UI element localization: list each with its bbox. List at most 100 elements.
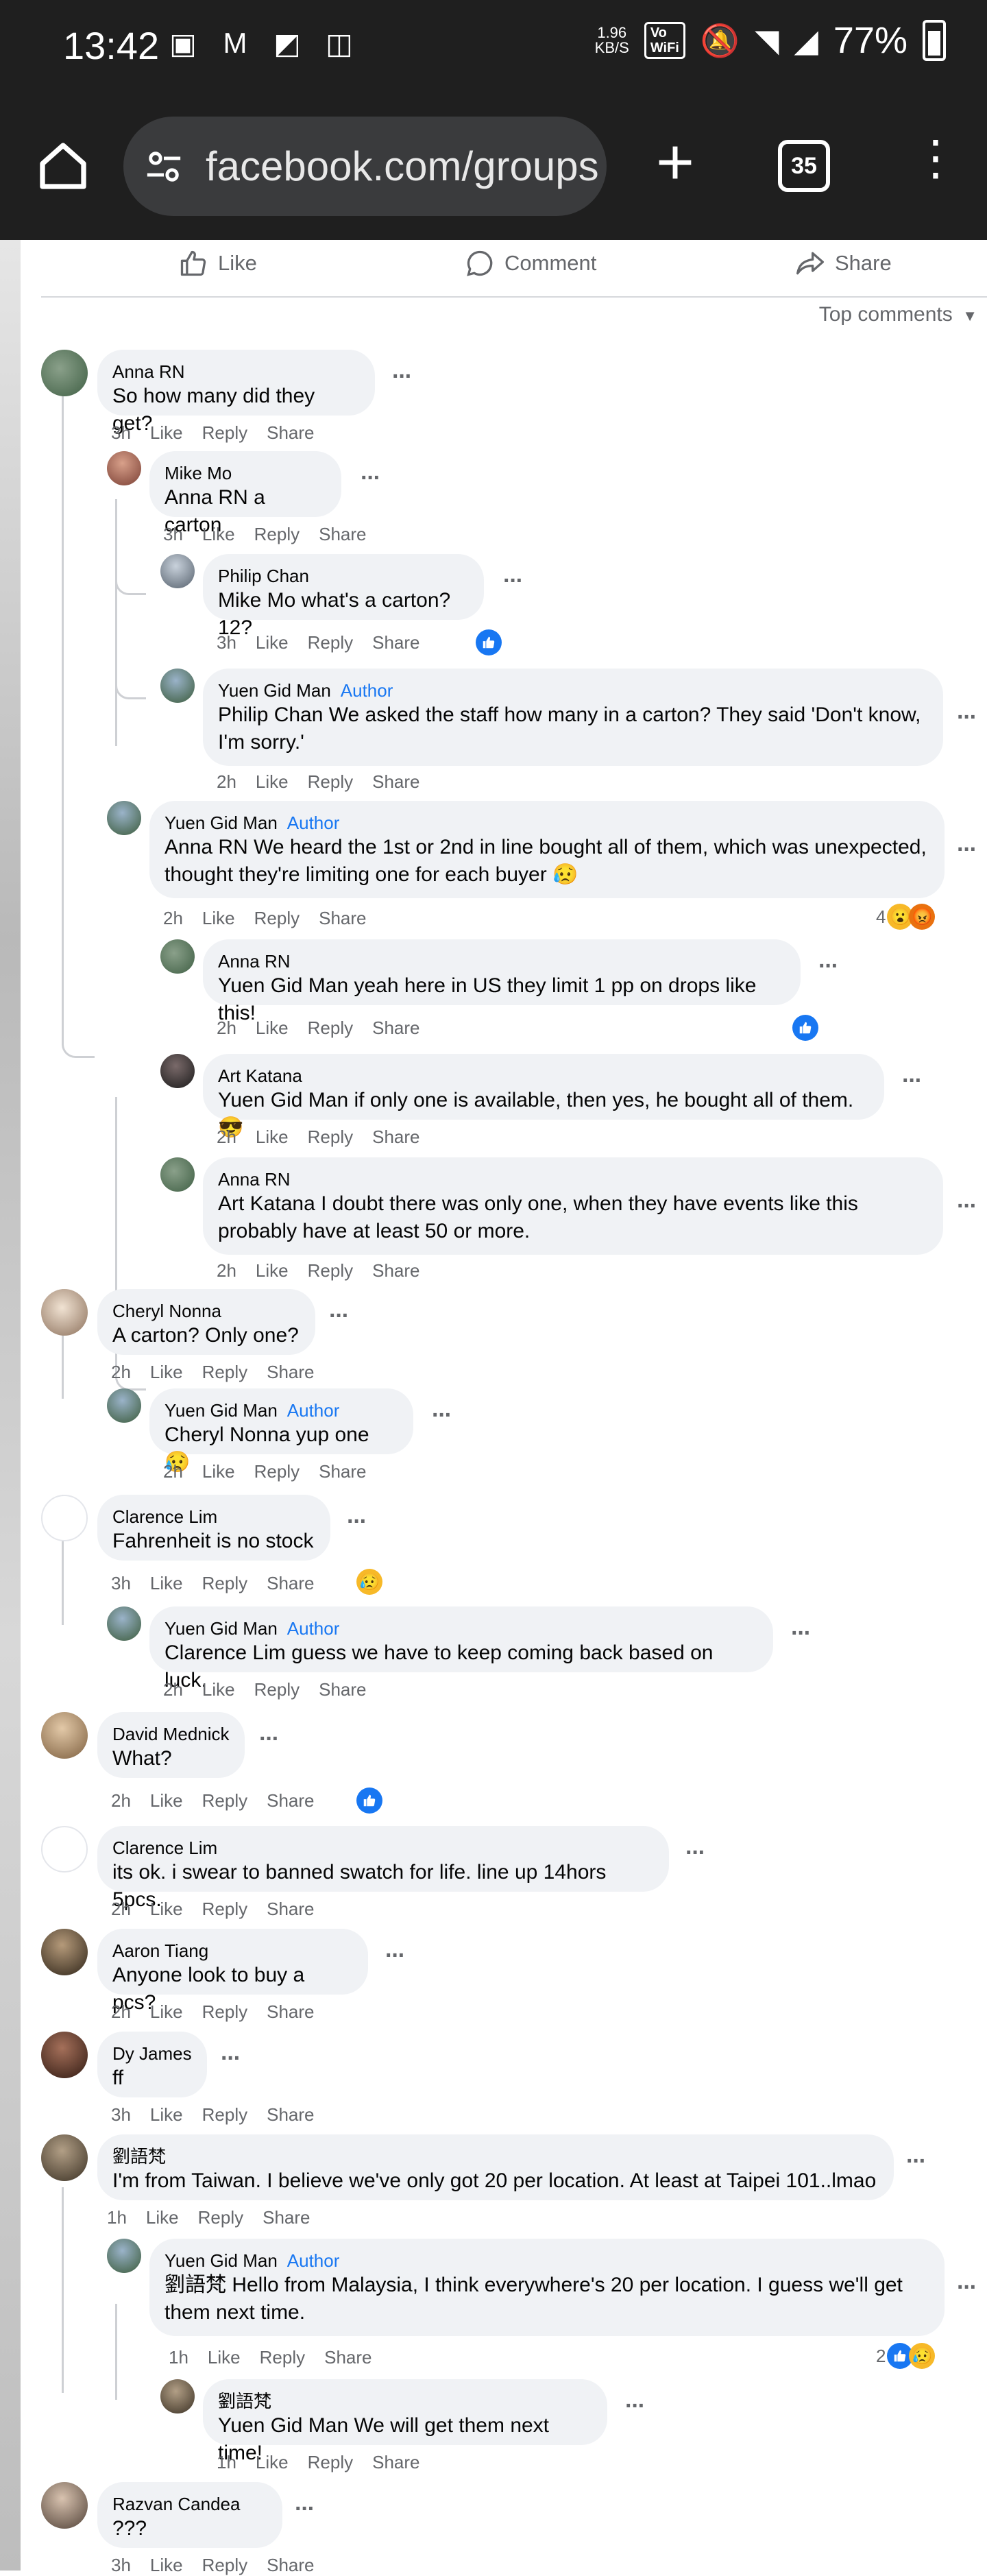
reply-link[interactable]: Reply bbox=[308, 632, 353, 653]
avatar[interactable] bbox=[160, 939, 195, 974]
ellipsis-icon[interactable]: ··· bbox=[685, 1840, 706, 1866]
like-link[interactable]: Like bbox=[146, 2207, 179, 2228]
share-link[interactable]: Share bbox=[324, 2347, 371, 2368]
like-link[interactable]: Like bbox=[202, 524, 235, 544]
avatar[interactable] bbox=[160, 1054, 195, 1088]
like-link[interactable]: Like bbox=[150, 2555, 183, 2575]
like-link[interactable]: Like bbox=[150, 2104, 183, 2125]
ellipsis-icon[interactable]: ··· bbox=[902, 1068, 923, 1094]
comment-author[interactable]: Art Katana bbox=[218, 1065, 869, 1087]
reply-link[interactable]: Reply bbox=[254, 908, 300, 928]
avatar[interactable] bbox=[160, 1157, 195, 1192]
ellipsis-icon[interactable]: ··· bbox=[295, 2496, 315, 2523]
like-link[interactable]: Like bbox=[256, 771, 289, 792]
plus-icon[interactable]: + bbox=[644, 130, 706, 195]
ellipsis-icon[interactable]: ··· bbox=[957, 2274, 977, 2301]
reply-link[interactable]: Reply bbox=[260, 2347, 305, 2368]
avatar[interactable] bbox=[160, 554, 195, 588]
comment-author[interactable]: Cheryl Nonna bbox=[112, 1300, 300, 1322]
share-link[interactable]: Share bbox=[372, 1127, 419, 1147]
url-bar[interactable]: facebook.com/groups bbox=[123, 117, 607, 216]
like-action-button[interactable]: Like bbox=[178, 248, 257, 278]
reply-link[interactable]: Reply bbox=[202, 2555, 247, 2575]
reply-link[interactable]: Reply bbox=[254, 524, 300, 544]
avatar[interactable] bbox=[41, 2134, 88, 2181]
comment-author[interactable]: Anna RN bbox=[218, 1168, 928, 1190]
share-link[interactable]: Share bbox=[372, 2452, 419, 2472]
url-text[interactable]: facebook.com/groups bbox=[206, 143, 599, 190]
ellipsis-icon[interactable]: ··· bbox=[957, 836, 977, 863]
share-link[interactable]: Share bbox=[267, 1790, 314, 1811]
ellipsis-icon[interactable]: ··· bbox=[385, 1942, 406, 1969]
share-link[interactable]: Share bbox=[319, 1461, 366, 1482]
share-link[interactable]: Share bbox=[267, 2555, 314, 2575]
comment-author[interactable]: Razvan Candea bbox=[112, 2493, 267, 2515]
share-link[interactable]: Share bbox=[267, 1899, 314, 1919]
comment-author[interactable]: Yuen Gid Man bbox=[164, 1618, 278, 1639]
avatar[interactable] bbox=[41, 1929, 88, 1975]
comment-author[interactable]: Philip Chan bbox=[218, 565, 469, 587]
like-link[interactable]: Like bbox=[256, 632, 289, 653]
reply-link[interactable]: Reply bbox=[202, 1790, 247, 1811]
avatar[interactable] bbox=[41, 1495, 88, 1541]
ellipsis-icon[interactable]: ··· bbox=[432, 1402, 452, 1429]
like-link[interactable]: Like bbox=[150, 1899, 183, 1919]
ellipsis-icon[interactable]: ··· bbox=[347, 1508, 367, 1535]
comment-author[interactable]: Yuen Gid Man bbox=[218, 680, 331, 701]
comment-author[interactable]: Dy James bbox=[112, 2043, 192, 2065]
avatar[interactable] bbox=[41, 350, 88, 396]
ellipsis-icon[interactable]: ··· bbox=[818, 953, 839, 980]
avatar[interactable] bbox=[41, 2032, 88, 2078]
share-link[interactable]: Share bbox=[267, 422, 314, 443]
reaction-summary[interactable] bbox=[476, 629, 502, 655]
ellipsis-icon[interactable]: ··· bbox=[259, 1726, 280, 1753]
tune-icon[interactable] bbox=[144, 147, 184, 186]
comment-author[interactable]: Yuen Gid Man bbox=[164, 2250, 278, 2271]
comment-author[interactable]: 劉語梵 bbox=[218, 2390, 592, 2412]
sort-comments-dropdown[interactable]: Top comments ▼ bbox=[819, 303, 977, 326]
comment-author[interactable]: Mike Mo bbox=[164, 462, 326, 484]
like-link[interactable]: Like bbox=[202, 1461, 235, 1482]
like-link[interactable]: Like bbox=[256, 1260, 289, 1281]
ellipsis-icon[interactable]: ··· bbox=[906, 2148, 927, 2175]
reply-link[interactable]: Reply bbox=[202, 422, 247, 443]
ellipsis-icon[interactable]: ··· bbox=[625, 2393, 646, 2420]
tabs-icon[interactable]: 35 bbox=[778, 140, 830, 192]
avatar[interactable] bbox=[107, 801, 141, 835]
avatar[interactable] bbox=[41, 2482, 88, 2529]
reaction-summary[interactable]: 4 😮 😡 bbox=[876, 904, 936, 930]
comment-author[interactable]: Clarence Lim bbox=[112, 1837, 654, 1859]
avatar[interactable] bbox=[41, 1826, 88, 1873]
share-link[interactable]: Share bbox=[267, 2104, 314, 2125]
share-link[interactable]: Share bbox=[267, 1573, 314, 1593]
ellipsis-icon[interactable]: ··· bbox=[221, 2045, 241, 2072]
reply-link[interactable]: Reply bbox=[254, 1461, 300, 1482]
share-link[interactable]: Share bbox=[319, 908, 366, 928]
ellipsis-icon[interactable]: ··· bbox=[392, 363, 413, 390]
reply-link[interactable]: Reply bbox=[308, 1127, 353, 1147]
share-link[interactable]: Share bbox=[372, 771, 419, 792]
reply-link[interactable]: Reply bbox=[308, 2452, 353, 2472]
ellipsis-icon[interactable]: ··· bbox=[791, 1620, 812, 1647]
avatar[interactable] bbox=[41, 1712, 88, 1759]
reply-link[interactable]: Reply bbox=[308, 771, 353, 792]
like-link[interactable]: Like bbox=[150, 1362, 183, 1382]
ellipsis-icon[interactable]: ··· bbox=[329, 1303, 350, 1329]
share-link[interactable]: Share bbox=[319, 1679, 366, 1700]
reaction-summary[interactable]: 😥 bbox=[356, 1569, 382, 1595]
like-link[interactable]: Like bbox=[208, 2347, 241, 2368]
avatar[interactable] bbox=[107, 451, 141, 485]
like-link[interactable]: Like bbox=[150, 2001, 183, 2022]
like-link[interactable]: Like bbox=[256, 2452, 289, 2472]
share-link[interactable]: Share bbox=[372, 1260, 419, 1281]
reply-link[interactable]: Reply bbox=[202, 1899, 247, 1919]
like-link[interactable]: Like bbox=[150, 1573, 183, 1593]
reply-link[interactable]: Reply bbox=[198, 2207, 243, 2228]
reply-link[interactable]: Reply bbox=[308, 1018, 353, 1038]
comment-author[interactable]: Clarence Lim bbox=[112, 1506, 315, 1528]
ellipsis-icon[interactable]: ··· bbox=[361, 465, 381, 492]
share-link[interactable]: Share bbox=[267, 2001, 314, 2022]
comment-author[interactable]: Yuen Gid Man bbox=[164, 1400, 278, 1421]
ellipsis-icon[interactable]: ··· bbox=[957, 1193, 977, 1220]
comment-author[interactable]: Aaron Tiang bbox=[112, 1940, 353, 1962]
